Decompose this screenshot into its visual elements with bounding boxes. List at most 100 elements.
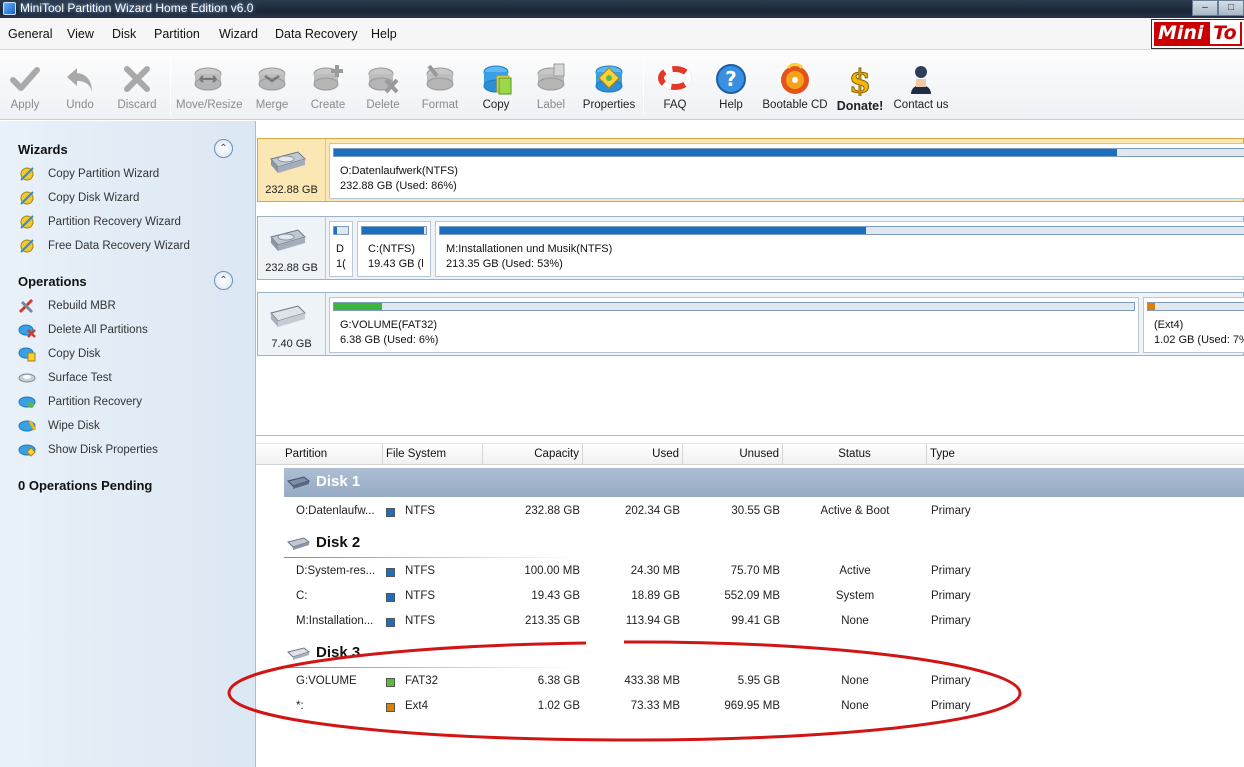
partition-block[interactable]: G:VOLUME(FAT32) 6.38 GB (Used: 6%) [329, 297, 1139, 353]
minimize-button[interactable]: – [1192, 0, 1218, 16]
wand-icon [20, 167, 34, 181]
partition-block[interactable]: (Ext4) 1.02 GB (Used: 7% [1143, 297, 1244, 353]
table-row[interactable]: M:Installation... NTFS 213.35 GB 113.94 … [256, 610, 1244, 635]
col-capacity[interactable]: Capacity [483, 444, 583, 465]
help-question-icon: ? [716, 64, 746, 94]
partition-block[interactable]: C:(NTFS) 19.43 GB (l [357, 221, 431, 277]
svg-text:$: $ [849, 62, 871, 96]
col-used[interactable]: Used [583, 444, 683, 465]
disk-properties-icon [18, 444, 36, 457]
delete-button[interactable]: Delete [360, 51, 406, 119]
wizards-collapse-button[interactable]: ⌃ [214, 139, 233, 158]
disk-map-row-2[interactable]: 232.88 GB D 1( C:(NTFS) 19.43 GB (l M:Inst… [257, 216, 1244, 280]
col-file-system[interactable]: File System [383, 444, 483, 465]
menu-bar: General View Disk Partition Wizard Data … [0, 18, 1244, 50]
list-header: Partition File System Capacity Used Unus… [256, 443, 1244, 465]
col-partition[interactable]: Partition [282, 444, 383, 465]
removable-disk-icon [270, 305, 306, 327]
partition-block[interactable]: D 1( [329, 221, 353, 277]
disk-info[interactable]: 7.40 GB [258, 293, 326, 355]
disk-map: 232.88 GB O:Datenlaufwerk(NTFS) 232.88 GB… [256, 121, 1244, 436]
free-data-recovery-wizard-link[interactable]: Free Data Recovery Wizard [18, 237, 190, 255]
rebuild-mbr-link[interactable]: Rebuild MBR [18, 297, 116, 315]
contact-person-icon [911, 66, 931, 94]
menu-partition[interactable]: Partition [154, 27, 200, 41]
partition-usage-bar [361, 226, 427, 235]
copy-partition-wizard-link[interactable]: Copy Partition Wizard [18, 165, 159, 183]
usage-fill [334, 303, 382, 310]
format-button[interactable]: Format [416, 51, 464, 119]
menu-view[interactable]: View [67, 27, 94, 41]
copy-disk-wizard-link[interactable]: Copy Disk Wizard [18, 189, 139, 207]
partition-block[interactable]: O:Datenlaufwerk(NTFS) 232.88 GB (Used: 86… [329, 143, 1244, 199]
brand-logo: Mini To [1151, 19, 1244, 49]
wand-icon [20, 215, 34, 229]
col-unused[interactable]: Unused [683, 444, 783, 465]
menu-data-recovery[interactable]: Data Recovery [275, 27, 358, 41]
x-cross-icon [124, 66, 150, 92]
table-row[interactable]: G:VOLUME FAT32 6.38 GB 433.38 MB 5.95 GB… [256, 670, 1244, 695]
partition-block[interactable]: M:Installationen und Musik(NTFS) 213.35 G… [435, 221, 1244, 277]
partition-usage-bar [333, 302, 1135, 311]
table-row[interactable]: D:System-res... NTFS 100.00 MB 24.30 MB … [256, 560, 1244, 585]
operations-heading: Operations [18, 274, 87, 289]
menu-general[interactable]: General [8, 27, 52, 41]
hard-disk-icon [270, 229, 306, 251]
disk-map-row-1[interactable]: 232.88 GB O:Datenlaufwerk(NTFS) 232.88 GB… [257, 138, 1244, 202]
delete-disk-icon [18, 324, 36, 338]
disk-map-row-3[interactable]: 7.40 GB G:VOLUME(FAT32) 6.38 GB (Used: 6%… [257, 292, 1244, 356]
undo-button[interactable]: Undo [57, 51, 103, 119]
create-button[interactable]: Create [305, 51, 351, 119]
donate-button[interactable]: $ Donate! [832, 51, 888, 119]
disk-group-header[interactable]: Disk 1 [284, 468, 1244, 497]
bootable-cd-button[interactable]: Bootable CD [762, 51, 828, 119]
partition-name: O:Datenlaufwerk(NTFS) [340, 165, 458, 177]
help-button[interactable]: ? Help [708, 51, 754, 119]
col-type[interactable]: Type [927, 444, 1244, 465]
wand-icon [20, 239, 34, 253]
properties-icon [595, 65, 623, 93]
disk-info[interactable]: 232.88 GB [258, 139, 326, 201]
wand-icon [20, 191, 34, 205]
maximize-button[interactable]: □ [1218, 0, 1244, 16]
table-row[interactable]: C: NTFS 19.43 GB 18.89 GB 552.09 MB Syst… [256, 585, 1244, 610]
fs-color-swatch [386, 593, 395, 602]
dollar-icon: $ [848, 62, 871, 96]
move-resize-button[interactable]: Move/Resize [176, 51, 242, 119]
partition-name: D [336, 243, 344, 255]
properties-button[interactable]: Properties [582, 51, 636, 119]
toolbar-separator [170, 55, 171, 115]
tools-icon [18, 298, 34, 314]
col-status[interactable]: Status [783, 444, 927, 465]
copy-button[interactable]: Copy [473, 51, 519, 119]
menu-disk[interactable]: Disk [112, 27, 136, 41]
svg-text:?: ? [725, 67, 737, 91]
partition-name: M:Installationen und Musik(NTFS) [446, 243, 613, 255]
partition-size: 232.88 GB (Used: 86%) [340, 180, 457, 192]
table-row[interactable]: *: Ext4 1.02 GB 73.33 MB 969.95 MB None … [256, 695, 1244, 720]
disk-group-header[interactable]: Disk 2 [284, 529, 574, 558]
menu-wizard[interactable]: Wizard [219, 27, 258, 41]
menu-help[interactable]: Help [371, 27, 397, 41]
surface-test-link[interactable]: Surface Test [18, 369, 112, 387]
copy-disk-link[interactable]: Copy Disk [18, 345, 100, 363]
disk-group-header[interactable]: Disk 3 [284, 639, 574, 668]
apply-button[interactable]: Apply [2, 51, 48, 119]
partition-recovery-link[interactable]: Partition Recovery [18, 393, 142, 411]
show-disk-properties-link[interactable]: Show Disk Properties [18, 441, 158, 459]
contact-us-button[interactable]: Contact us [892, 51, 950, 119]
wipe-disk-link[interactable]: Wipe Disk [18, 417, 100, 435]
move-resize-icon [194, 67, 222, 91]
delete-all-partitions-link[interactable]: Delete All Partitions [18, 321, 148, 339]
label-button[interactable]: Label [528, 51, 574, 119]
partition-recovery-wizard-link[interactable]: Partition Recovery Wizard [18, 213, 181, 231]
wizards-heading: Wizards [18, 142, 68, 157]
merge-button[interactable]: Merge [248, 51, 296, 119]
toolbar-separator [643, 55, 644, 115]
table-row[interactable]: O:Datenlaufw... NTFS 232.88 GB 202.34 GB… [256, 500, 1244, 525]
discard-button[interactable]: Discard [113, 51, 161, 119]
faq-button[interactable]: FAQ [652, 51, 698, 119]
disk-info[interactable]: 232.88 GB [258, 217, 326, 279]
window-title: MiniTool Partition Wizard Home Edition v… [20, 1, 254, 15]
operations-collapse-button[interactable]: ⌃ [214, 271, 233, 290]
